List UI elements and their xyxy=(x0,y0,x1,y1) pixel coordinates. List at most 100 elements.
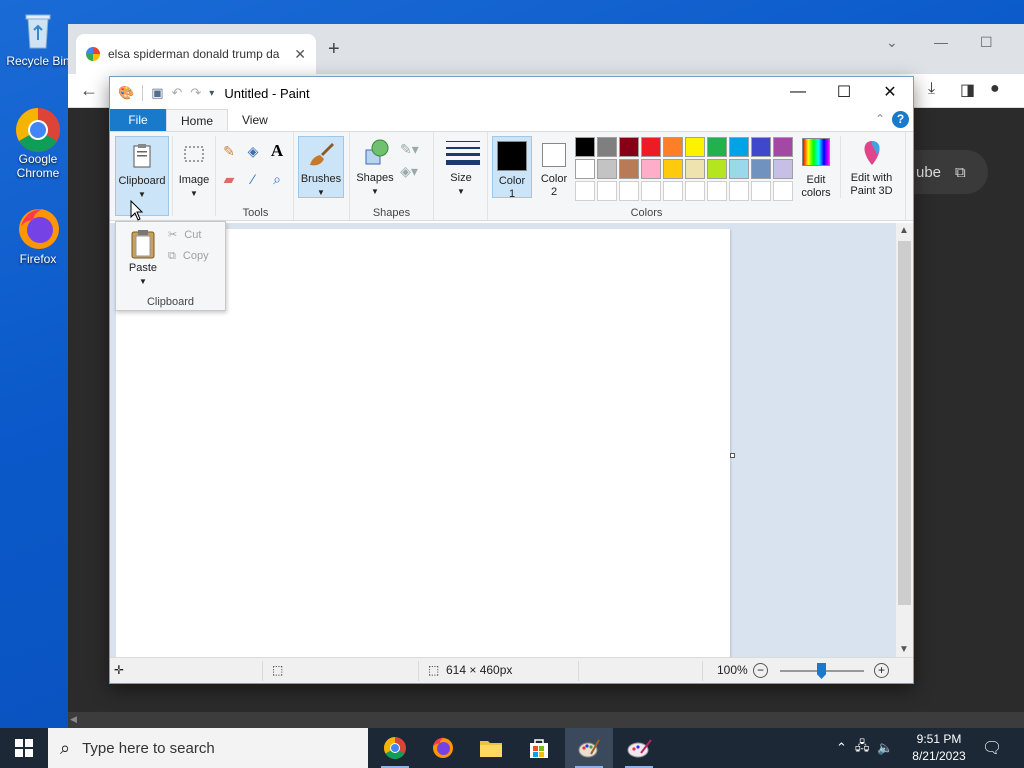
tab-home[interactable]: Home xyxy=(166,109,229,131)
collapse-ribbon-icon[interactable]: ⌃ xyxy=(875,112,885,126)
taskbar-chrome[interactable] xyxy=(371,728,419,768)
palette-swatch[interactable] xyxy=(619,137,639,157)
palette-swatch[interactable] xyxy=(641,159,661,179)
zoom-slider-thumb[interactable] xyxy=(817,663,826,679)
chrome-tab[interactable]: elsa spiderman donald trump da ✕ xyxy=(76,34,316,74)
notification-button[interactable]: 🗨 xyxy=(982,728,1002,768)
color-picker-icon[interactable]: ⁄ xyxy=(244,170,262,188)
palette-swatch[interactable] xyxy=(773,181,793,201)
scroll-up-icon[interactable]: ▲ xyxy=(899,225,909,236)
zoom-out-button[interactable]: − xyxy=(753,663,768,678)
resize-handle[interactable] xyxy=(730,453,735,458)
palette-swatch[interactable] xyxy=(641,181,661,201)
palette-swatch[interactable] xyxy=(707,181,727,201)
customize-qat-icon[interactable]: ▾ xyxy=(209,88,214,99)
palette-swatch[interactable] xyxy=(597,159,617,179)
palette-swatch[interactable] xyxy=(685,181,705,201)
palette-swatch[interactable] xyxy=(575,159,595,179)
redo-icon[interactable]: ↷ xyxy=(190,85,201,101)
taskbar-microsoft-store[interactable] xyxy=(515,728,563,768)
magnifier-icon[interactable]: ⌕ xyxy=(268,170,286,188)
palette-swatch[interactable] xyxy=(707,159,727,179)
taskbar-paint[interactable] xyxy=(565,728,613,768)
palette-swatch[interactable] xyxy=(575,181,595,201)
taskbar-paint3d[interactable] xyxy=(615,728,663,768)
download-icon[interactable]: ⤓ xyxy=(928,80,935,98)
volume-icon[interactable]: 🔈 xyxy=(877,740,893,756)
taskbar-file-explorer[interactable] xyxy=(467,728,515,768)
desktop-icon-recycle-bin[interactable]: Recycle Bin xyxy=(2,8,74,68)
back-arrow-icon[interactable]: ← xyxy=(80,80,98,101)
fill-icon[interactable]: ◈ xyxy=(244,142,262,160)
side-panel-icon[interactable]: ◨ xyxy=(960,80,975,100)
paint-maximize-button[interactable]: ☐ xyxy=(821,77,867,107)
brushes-button[interactable]: Brushes ▼ xyxy=(298,136,344,198)
palette-swatch[interactable] xyxy=(663,159,683,179)
vertical-scrollbar[interactable]: ▲ ▼ xyxy=(896,223,913,657)
chrome-horizontal-scrollbar[interactable]: ◀ xyxy=(68,712,1024,728)
cut-button[interactable]: ✂ Cut xyxy=(168,228,201,241)
shapes-button[interactable]: Shapes ▼ xyxy=(354,136,396,198)
tab-search-icon[interactable]: ⌄ xyxy=(886,34,898,51)
palette-swatch[interactable] xyxy=(663,181,683,201)
edit-with-paint3d-button[interactable]: Edit with Paint 3D xyxy=(840,136,902,198)
palette-swatch[interactable] xyxy=(619,181,639,201)
image-button[interactable]: Image ▼ xyxy=(172,136,216,216)
chrome-maximize-button[interactable]: ☐ xyxy=(980,34,993,51)
text-icon[interactable]: A xyxy=(268,142,286,160)
shape-fill-icon[interactable]: ◈▾ xyxy=(400,162,418,180)
taskbar-clock[interactable]: 9:51 PM 8/21/2023 xyxy=(906,731,972,765)
paint-close-button[interactable]: ✕ xyxy=(867,77,913,107)
youtube-open-button[interactable]: ube ⧉ xyxy=(914,150,988,194)
scrollbar-thumb[interactable] xyxy=(898,241,911,605)
profile-icon[interactable]: ● xyxy=(990,80,1000,98)
eraser-icon[interactable]: ▰ xyxy=(220,170,238,188)
help-icon[interactable]: ? xyxy=(892,111,909,128)
palette-swatch[interactable] xyxy=(575,137,595,157)
palette-swatch[interactable] xyxy=(729,159,749,179)
tab-file[interactable]: File xyxy=(110,109,166,131)
chrome-minimize-button[interactable]: — xyxy=(934,34,948,50)
palette-swatch[interactable] xyxy=(729,137,749,157)
palette-swatch[interactable] xyxy=(707,137,727,157)
network-icon[interactable]: 🖧 xyxy=(855,737,870,759)
palette-swatch[interactable] xyxy=(729,181,749,201)
taskbar-firefox[interactable] xyxy=(419,728,467,768)
color2-button[interactable]: Color 2 xyxy=(534,136,574,198)
paint-app-icon[interactable]: 🎨 xyxy=(118,85,134,101)
palette-swatch[interactable] xyxy=(685,137,705,157)
chevron-up-icon[interactable]: ⌃ xyxy=(836,740,847,756)
palette-swatch[interactable] xyxy=(619,159,639,179)
save-icon[interactable]: ▣ xyxy=(151,85,163,101)
start-button[interactable] xyxy=(0,728,48,768)
outline-icon[interactable]: ✎▾ xyxy=(400,140,419,158)
palette-swatch[interactable] xyxy=(685,159,705,179)
scroll-left-icon[interactable]: ◀ xyxy=(70,714,77,725)
tab-view[interactable]: View xyxy=(228,109,282,131)
undo-icon[interactable]: ↶ xyxy=(171,85,182,101)
desktop-icon-google-chrome[interactable]: Google Chrome xyxy=(2,106,74,180)
new-tab-button[interactable]: + xyxy=(328,38,340,61)
edit-colors-button[interactable]: Edit colors xyxy=(798,136,834,199)
palette-swatch[interactable] xyxy=(597,137,617,157)
copy-button[interactable]: ⧉ Copy xyxy=(168,250,209,263)
zoom-in-button[interactable]: + xyxy=(874,663,889,678)
palette-swatch[interactable] xyxy=(751,181,771,201)
size-button[interactable]: Size ▼ xyxy=(440,136,482,198)
desktop-icon-firefox[interactable]: Firefox xyxy=(2,206,74,266)
palette-swatch[interactable] xyxy=(751,137,771,157)
close-tab-icon[interactable]: ✕ xyxy=(294,46,306,63)
color1-button[interactable]: Color 1 xyxy=(492,136,532,200)
palette-swatch[interactable] xyxy=(773,159,793,179)
taskbar-search-box[interactable]: ⌕ Type here to search xyxy=(48,728,368,768)
scroll-down-icon[interactable]: ▼ xyxy=(899,644,909,655)
canvas-workspace xyxy=(110,223,898,657)
palette-swatch[interactable] xyxy=(773,137,793,157)
palette-swatch[interactable] xyxy=(641,137,661,157)
palette-swatch[interactable] xyxy=(751,159,771,179)
palette-swatch[interactable] xyxy=(597,181,617,201)
palette-swatch[interactable] xyxy=(663,137,683,157)
paste-button[interactable]: Paste ▼ xyxy=(124,226,162,288)
pencil-icon[interactable]: ✎ xyxy=(220,142,238,160)
paint-minimize-button[interactable]: — xyxy=(775,77,821,107)
